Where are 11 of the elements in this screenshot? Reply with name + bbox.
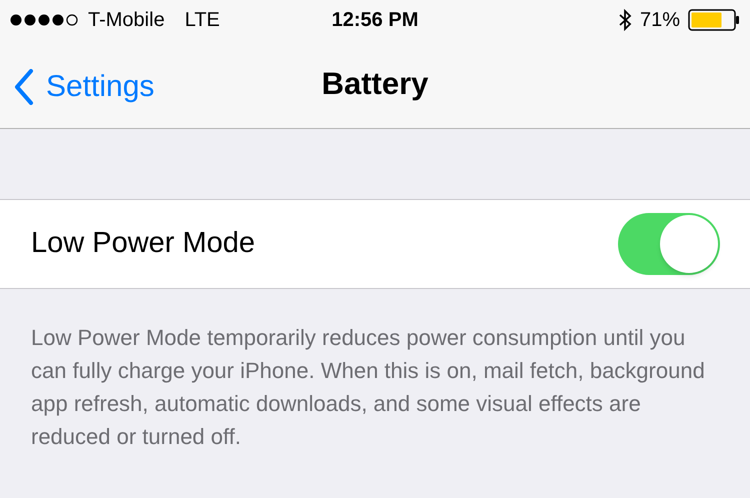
battery-percent: 71%: [640, 8, 680, 33]
back-chevron-icon: [14, 68, 34, 104]
page-title: Battery: [322, 64, 428, 103]
bluetooth-icon: [618, 9, 632, 31]
setting-label: Low Power Mode: [31, 226, 256, 262]
carrier-name: T-Mobile: [88, 8, 165, 33]
clock: 12:56 PM: [332, 8, 418, 33]
footer-description: Low Power Mode temporarily reduces power consumption until you can fully charge your iPhone. When this is on, mail fetch, background app refresh, automatic downloads, and some visual effects are reduced or turned off.: [30, 324, 706, 451]
back-button[interactable]: Settings: [14, 64, 154, 109]
network-type: LTE: [184, 8, 220, 33]
battery-icon: [688, 9, 740, 31]
